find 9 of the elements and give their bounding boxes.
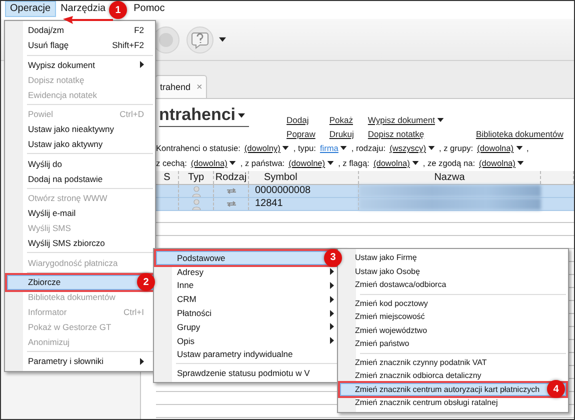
- filter-label: , z flagą:: [338, 158, 370, 168]
- filter-label: z cechą:: [156, 158, 187, 168]
- filter-label: , z grupy:: [438, 143, 474, 153]
- filter-label: , rodzaju:: [351, 143, 386, 153]
- filter-label: , typu:: [293, 143, 316, 153]
- filter-label: , z państwa:: [240, 158, 285, 168]
- filter-label: Kontrahenci o statusie:: [156, 143, 240, 153]
- filter-label: , ze zgodą na:: [422, 158, 475, 168]
- filter-label: ,: [526, 143, 529, 153]
